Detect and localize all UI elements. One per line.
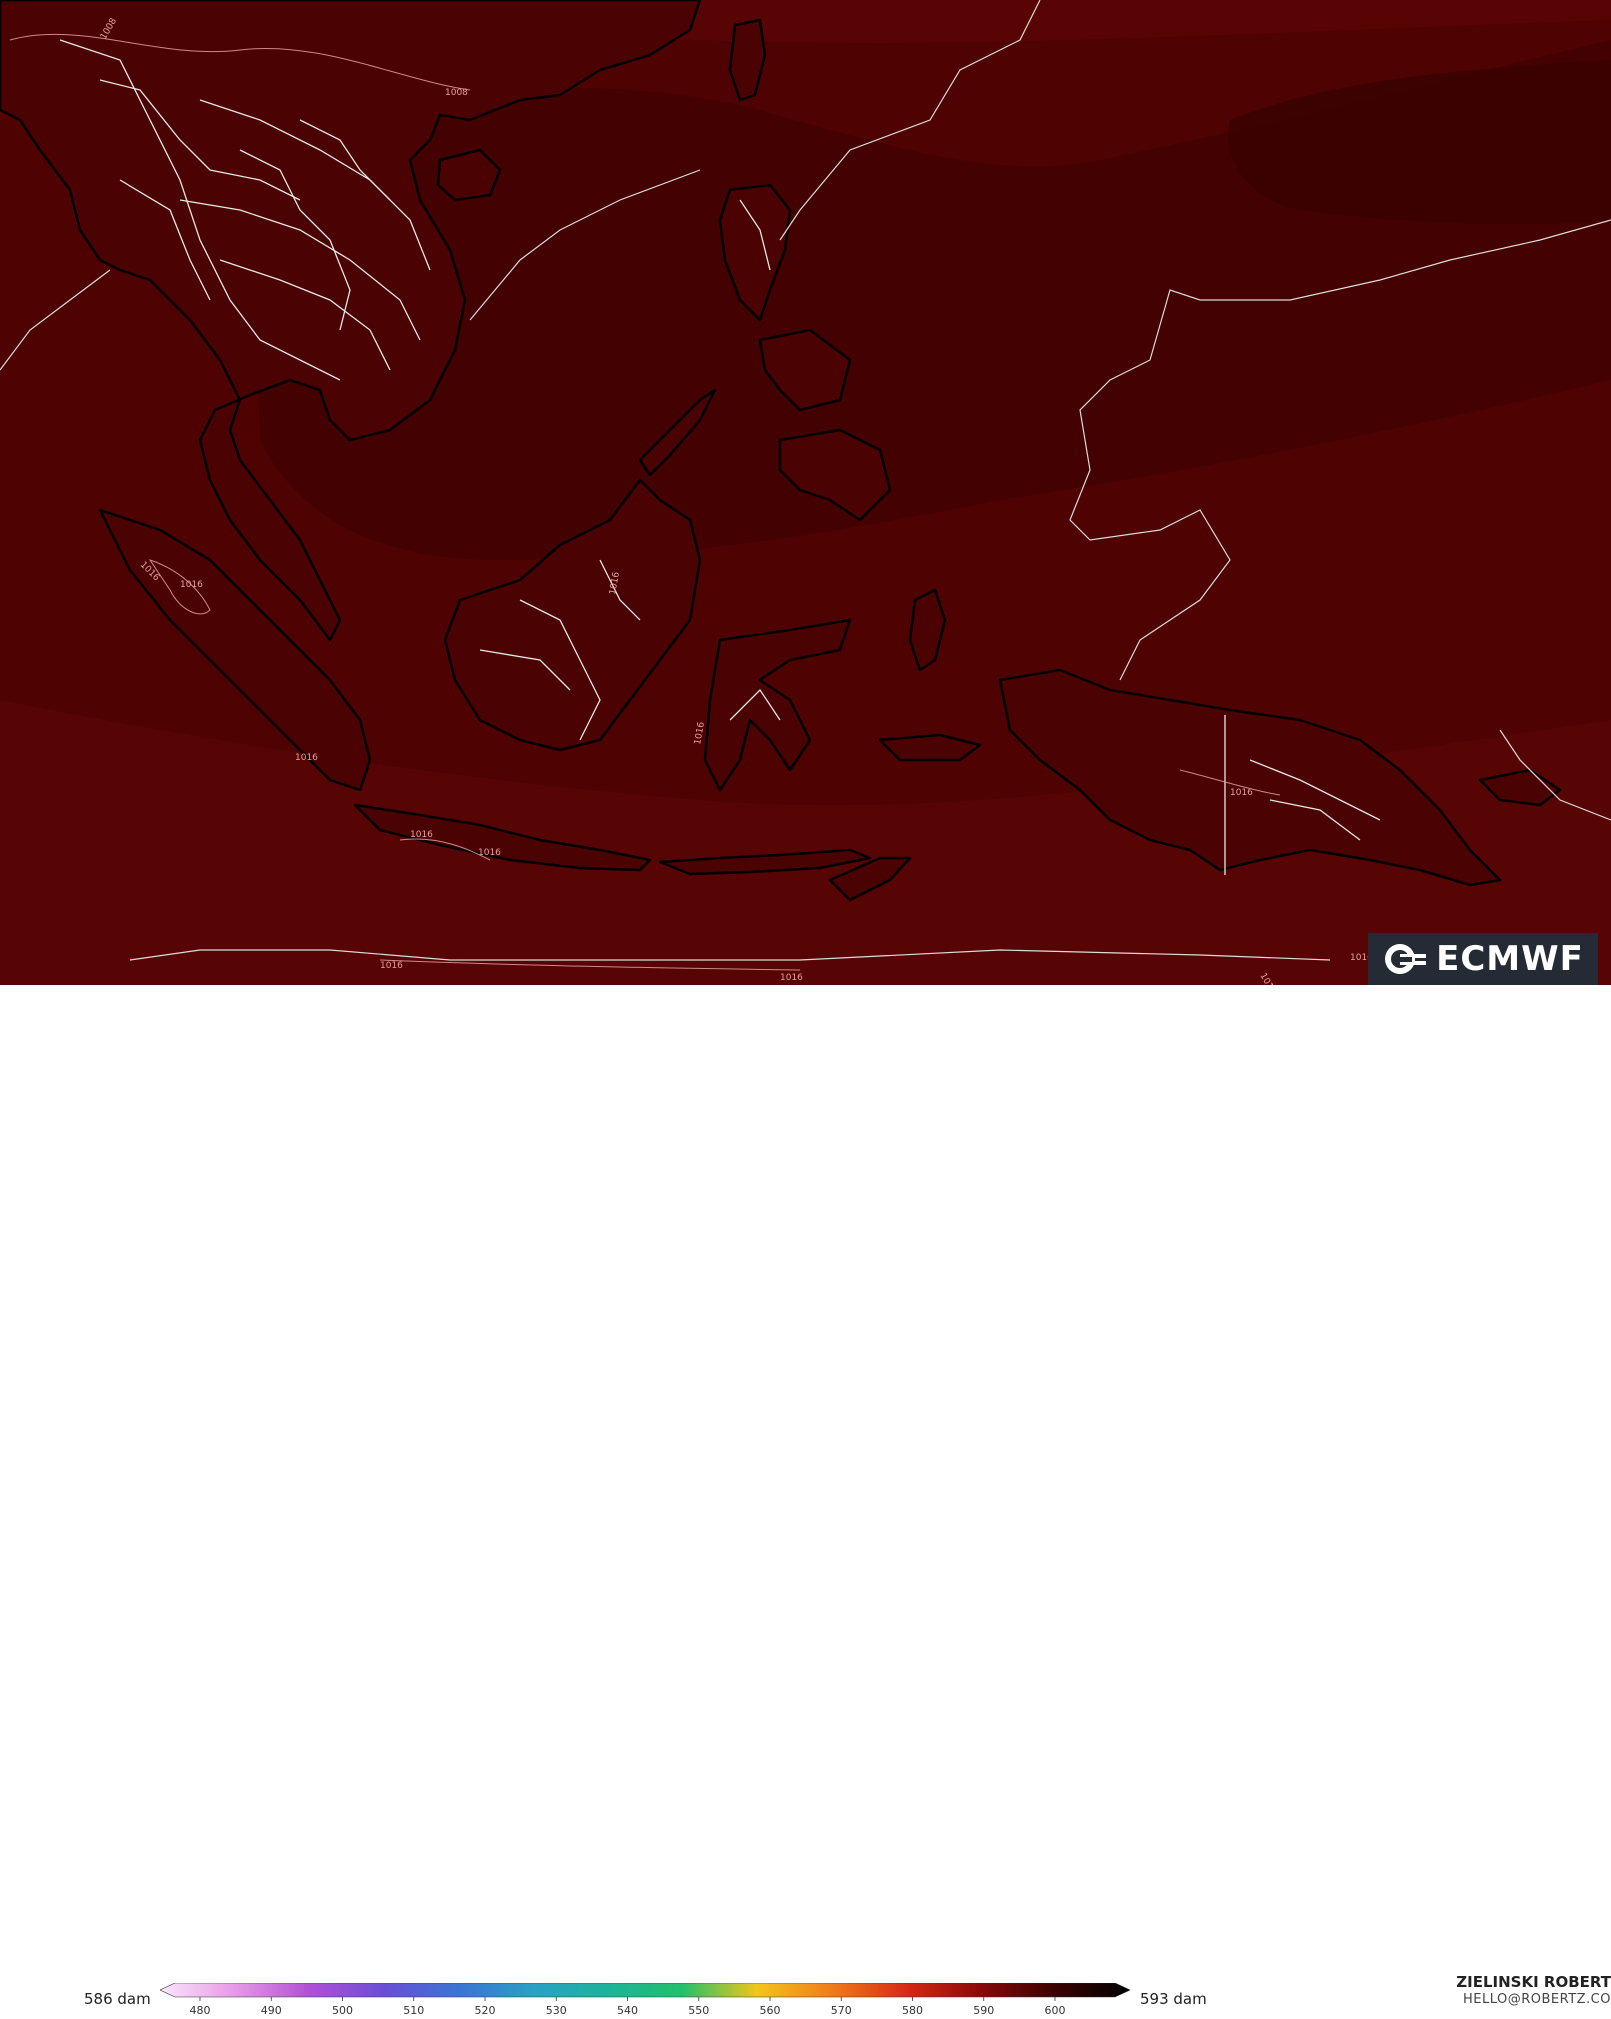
isobar-label: 1016	[380, 961, 403, 971]
colorbar-tick-label: 570	[831, 2004, 852, 2017]
colorbar-tick-label: 500	[332, 2004, 353, 2017]
author-credit: ZIELINSKI ROBERT HELLO@ROBERTZ.CO	[1456, 1973, 1611, 2009]
colorbar-tick-label: 480	[190, 2004, 211, 2017]
colorbar-legend: 586 dam 480 490 500 510 520 530 540 550 560 570 58…	[0, 985, 1611, 2017]
colorbar-tick-label: 490	[261, 2004, 282, 2017]
colorbar-tick-label: 540	[617, 2004, 638, 2017]
colorbar-ticks: 480 490 500 510 520 530 540 550 560 570 580 590 600	[190, 1997, 1066, 2017]
colorbar-tick-label: 600	[1045, 2004, 1066, 2017]
ecmwf-logo-icon	[1385, 944, 1427, 974]
colorbar-tick-label: 560	[760, 2004, 781, 2017]
isobar-label: 1016	[1230, 788, 1253, 798]
isobar-label: 1016	[780, 973, 803, 983]
colorbar-tick-label: 580	[902, 2004, 923, 2017]
ecmwf-logo-text: ECMWF	[1436, 939, 1584, 979]
colorbar-tick-label: 550	[688, 2004, 709, 2017]
ecmwf-logo: ECMWF	[1368, 933, 1598, 985]
colorbar-tick-label: 510	[403, 2004, 424, 2017]
isobar-label: 1016	[410, 830, 433, 840]
isobar-label: 1016	[478, 848, 501, 858]
isobar-label: 1008	[445, 88, 468, 98]
isobar-label: 1016	[180, 580, 203, 590]
colorbar-tick-label: 530	[546, 2004, 567, 2017]
colorbar-min-label: 586 dam	[84, 1990, 151, 2008]
author-email: HELLO@ROBERTZ.CO	[1462, 1992, 1611, 2007]
colorbar-gradient	[160, 1983, 1130, 1998]
author-name: ZIELINSKI ROBERT	[1456, 1973, 1611, 1991]
colorbar-tick-label: 590	[973, 2004, 994, 2017]
geopotential-map: 1008 1008 1016 1016 1016 1016 1016 1016 …	[0, 0, 1611, 985]
colorbar: 480 490 500 510 520 530 540 550 560 570 580 590 600	[160, 1983, 1130, 2017]
isobar-label: 1016	[295, 753, 318, 763]
colorbar-tick-label: 520	[475, 2004, 496, 2017]
colorbar-max-label: 593 dam	[1140, 1990, 1207, 2008]
